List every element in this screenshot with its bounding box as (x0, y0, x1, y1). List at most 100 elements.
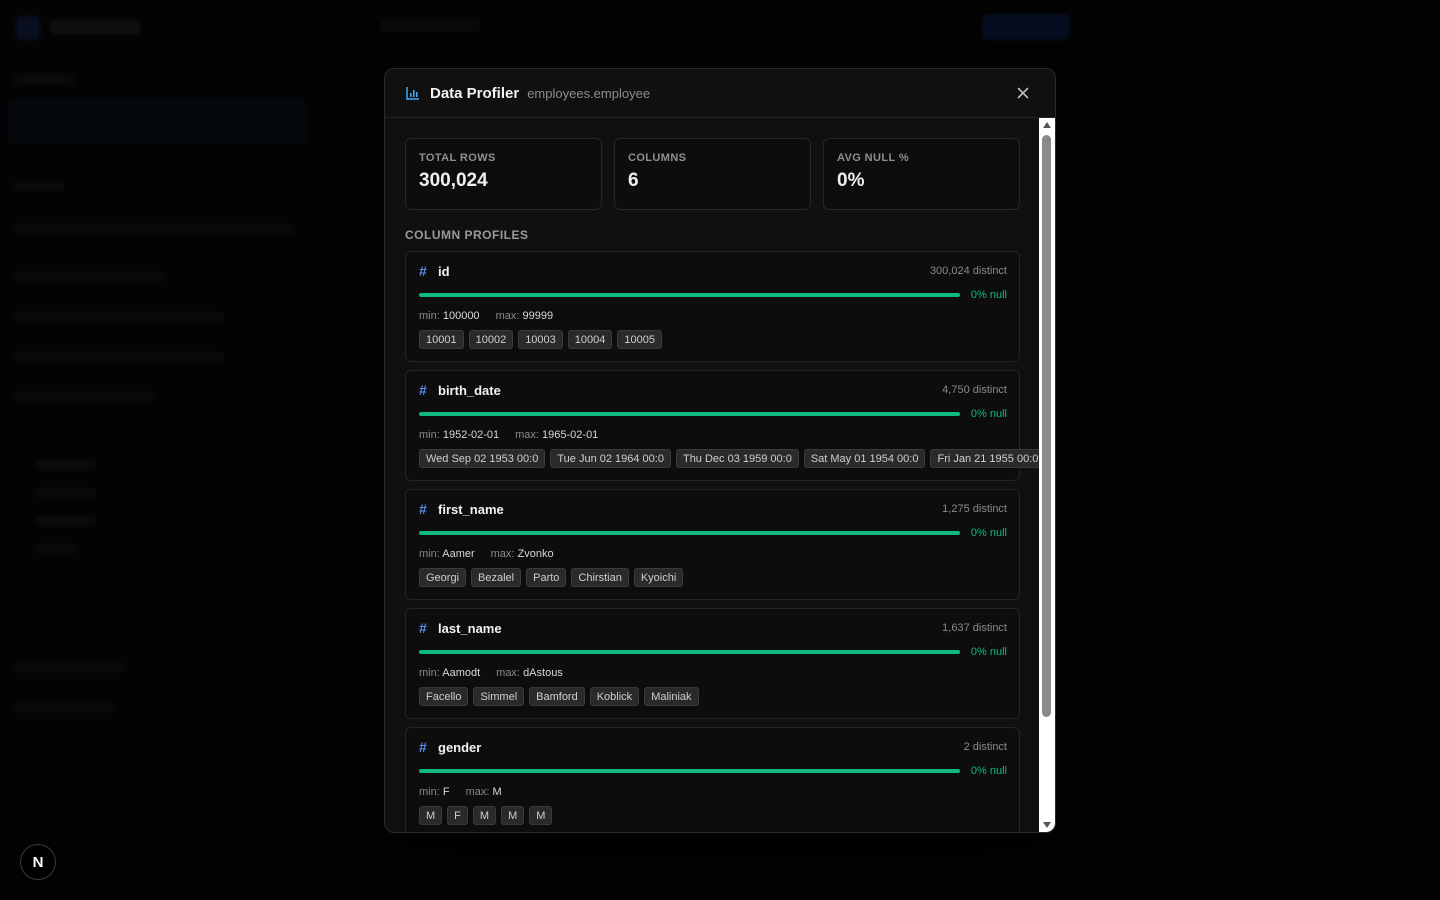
sample-chip: 10001 (419, 330, 464, 349)
sample-chip: M (529, 806, 553, 825)
sample-chip: Wed Sep 02 1953 00:0 (419, 449, 546, 468)
max-value: max: 99999 (496, 310, 554, 322)
sample-values: Facello Simmel Bamford Koblick Maliniak (419, 687, 699, 706)
column-name: birth_date (438, 383, 501, 398)
section-title: COLUMN PROFILES (405, 228, 529, 242)
scroll-down-arrow-icon[interactable] (1043, 822, 1051, 828)
null-progress-bar (419, 650, 960, 654)
stat-label: AVG NULL % (837, 152, 910, 164)
min-value: min: Aamodt (419, 667, 480, 679)
stat-value: 6 (628, 170, 639, 191)
hash-icon: # (419, 739, 427, 755)
sample-chip: 10004 (567, 330, 613, 349)
sample-chip: 10005 (617, 330, 662, 349)
null-percent: 0% null (970, 527, 1007, 539)
scrollbar-thumb[interactable] (1042, 135, 1051, 717)
sample-chip: Sat May 01 1954 00:0 (803, 449, 926, 468)
modal-subtitle: employees.employee (527, 85, 651, 101)
column-name: id (438, 264, 450, 279)
stat-total-rows: TOTAL ROWS 300,024 (405, 138, 602, 210)
nextjs-badge[interactable]: N (20, 844, 56, 880)
sample-chip: Bezalel (471, 568, 522, 587)
hash-icon: # (419, 620, 427, 636)
max-label: max: (465, 786, 490, 798)
sample-chip: Maliniak (644, 687, 699, 706)
sample-chip: Bamford (529, 687, 585, 706)
stat-avg-null: AVG NULL % 0% (823, 138, 1020, 210)
min-value: min: 100000 (419, 310, 480, 322)
sample-chip: Fri Jan 21 1955 00:0 (930, 449, 1046, 468)
distinct-count: 4,750 distinct (942, 384, 1007, 396)
min-max: min: F max: M (419, 786, 502, 798)
stat-label: TOTAL ROWS (419, 152, 496, 164)
sample-chip: 10003 (518, 330, 563, 349)
close-icon[interactable] (1015, 85, 1031, 101)
min-text: F (442, 786, 450, 798)
null-percent: 0% null (970, 289, 1007, 301)
modal-body: TOTAL ROWS 300,024 COLUMNS 6 AVG NULL % … (385, 118, 1055, 832)
sample-chip: 10002 (468, 330, 514, 349)
null-progress-bar (419, 412, 960, 416)
max-text: dAstous (523, 667, 563, 679)
max-value: max: Zvonko (491, 548, 554, 560)
max-label: max: (496, 667, 520, 679)
hash-icon: # (419, 263, 427, 279)
scroll-up-arrow-icon[interactable] (1043, 122, 1051, 128)
null-percent: 0% null (970, 765, 1007, 777)
max-text: M (492, 786, 502, 798)
column-profile-card: # last_name 1,637 distinct 0% null min: … (405, 608, 1020, 719)
min-value: min: Aamer (419, 548, 475, 560)
min-max: min: Aamodt max: dAstous (419, 667, 563, 679)
min-label: min: (419, 786, 440, 798)
distinct-count: 1,637 distinct (942, 622, 1007, 634)
max-label: max: (515, 429, 539, 441)
max-value: max: 1965-02-01 (515, 429, 598, 441)
sample-chip: Facello (419, 687, 469, 706)
min-text: 100000 (442, 310, 480, 322)
sample-chip: Georgi (419, 568, 467, 587)
data-profiler-modal: Data Profiler employees.employee TOTAL R… (384, 68, 1056, 833)
sample-values: Georgi Bezalel Parto Chirstian Kyoichi (419, 568, 684, 587)
distinct-count: 2 distinct (963, 741, 1007, 753)
sample-values: Wed Sep 02 1953 00:0 Tue Jun 02 1964 00:… (419, 449, 1046, 468)
column-profile-card: # first_name 1,275 distinct 0% null min:… (405, 489, 1020, 600)
stat-label: COLUMNS (628, 152, 687, 164)
min-text: Aamer (442, 548, 475, 560)
sample-chip: Thu Dec 03 1959 00:0 (675, 449, 799, 468)
min-text: 1952-02-01 (442, 429, 500, 441)
min-max: min: 100000 max: 99999 (419, 310, 553, 322)
null-percent: 0% null (970, 408, 1007, 420)
max-text: Zvonko (517, 548, 554, 560)
min-value: min: F (419, 786, 450, 798)
bar-chart-icon (405, 85, 421, 101)
column-name: gender (438, 740, 482, 755)
null-progress-bar (419, 293, 960, 297)
modal-header: Data Profiler employees.employee (385, 69, 1055, 118)
scrollbar[interactable] (1039, 118, 1055, 832)
column-profile-card: # birth_date 4,750 distinct 0% null min:… (405, 370, 1046, 481)
null-percent: 0% null (970, 646, 1007, 658)
profiler-content: TOTAL ROWS 300,024 COLUMNS 6 AVG NULL % … (405, 138, 1046, 832)
max-label: max: (490, 548, 515, 560)
sample-chip: Simmel (473, 687, 525, 706)
sample-chip: Tue Jun 02 1964 00:0 (550, 449, 671, 468)
sample-chip: F (447, 806, 468, 825)
max-label: max: (495, 310, 520, 322)
sample-values: M F M M M (419, 806, 553, 825)
max-text: 99999 (522, 310, 554, 322)
min-label: min: (419, 548, 440, 560)
min-label: min: (419, 429, 440, 441)
min-label: min: (419, 667, 440, 679)
sample-chip: Parto (526, 568, 567, 587)
hash-icon: # (419, 501, 427, 517)
sample-chip: Koblick (589, 687, 640, 706)
summary-stats: TOTAL ROWS 300,024 COLUMNS 6 AVG NULL % … (405, 138, 1020, 210)
sample-values: 10001 10002 10003 10004 10005 (419, 330, 662, 349)
min-max: min: Aamer max: Zvonko (419, 548, 554, 560)
sample-chip: M (419, 806, 443, 825)
min-label: min: (419, 310, 440, 322)
distinct-count: 1,275 distinct (942, 503, 1007, 515)
min-max: min: 1952-02-01 max: 1965-02-01 (419, 429, 598, 441)
distinct-count: 300,024 distinct (929, 265, 1007, 277)
min-value: min: 1952-02-01 (419, 429, 499, 441)
